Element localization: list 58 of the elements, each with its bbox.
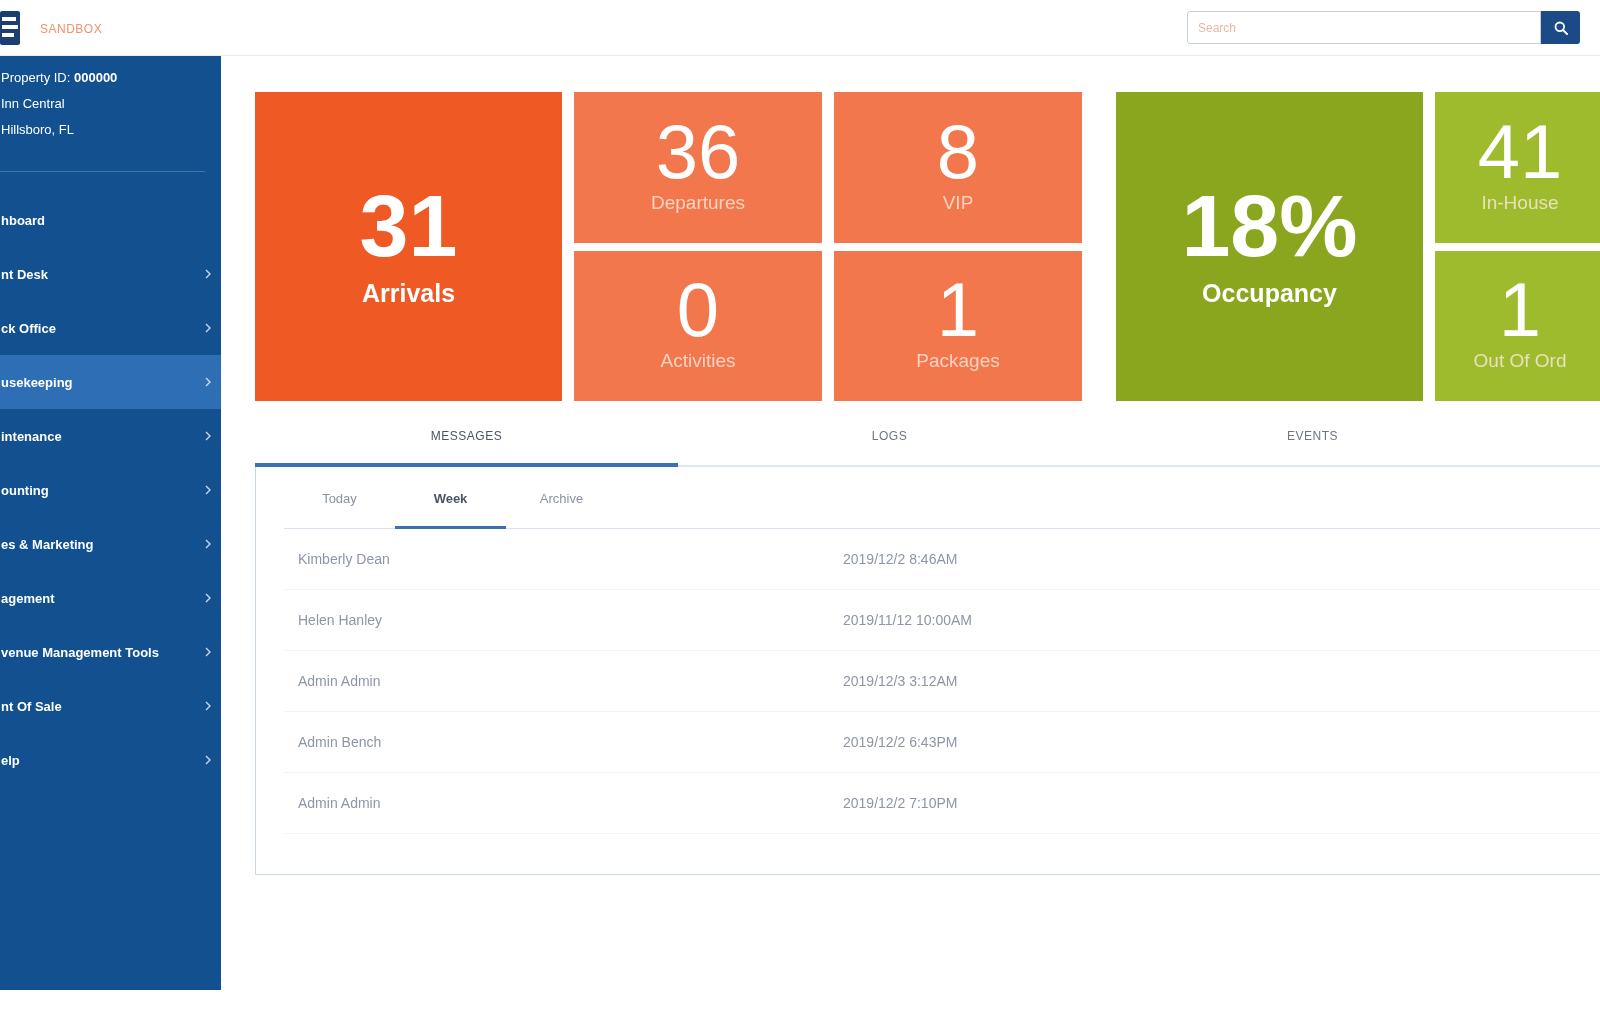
search-field[interactable]: Search bbox=[1187, 11, 1541, 44]
stat-label: In-House bbox=[1481, 191, 1559, 214]
stat-value: 36 bbox=[655, 111, 741, 192]
sidebar-item[interactable]: hboard bbox=[0, 193, 221, 247]
chevron-right-icon bbox=[205, 755, 211, 765]
property-name: Inn Central bbox=[0, 95, 65, 113]
chevron-right-icon bbox=[205, 539, 211, 549]
chevron-right-icon bbox=[205, 485, 211, 495]
sidebar-item[interactable]: ounting bbox=[0, 463, 221, 517]
stat-value: 0 bbox=[676, 270, 720, 350]
time-cell: 2019/12/3 3:12AM bbox=[843, 673, 958, 689]
stat-label: VIP bbox=[942, 191, 974, 214]
time-cell: 2019/11/12 10:00AM bbox=[843, 612, 972, 628]
property-location: Hillsboro, FL bbox=[0, 121, 74, 139]
chevron-right-icon bbox=[205, 269, 211, 279]
name-cell: Admin Admin bbox=[298, 795, 381, 811]
sidebar-item[interactable]: venue Management Tools bbox=[0, 625, 221, 679]
section-tab[interactable]: EVENTS bbox=[1101, 415, 1524, 467]
stat-label: Out Of Ord bbox=[1473, 350, 1567, 372]
filter-tab[interactable]: Week bbox=[395, 467, 506, 529]
name-cell: Helen Hanley bbox=[298, 612, 383, 628]
sidebar-item[interactable]: ck Office bbox=[0, 301, 221, 355]
stat-label: Packages bbox=[916, 350, 1000, 372]
stat-value: 31 bbox=[359, 179, 458, 272]
name-cell: Kimberly Dean bbox=[298, 551, 390, 567]
section-tab[interactable]: MESSAGES bbox=[255, 415, 678, 467]
stat-value: 1 bbox=[936, 270, 980, 350]
sidebar-item[interactable]: intenance bbox=[0, 409, 221, 463]
chevron-right-icon bbox=[205, 431, 211, 441]
chevron-right-icon bbox=[205, 323, 211, 333]
environment-label: SANDBOX bbox=[40, 21, 103, 36]
sidebar-item[interactable]: nt Desk bbox=[0, 247, 221, 301]
sidebar-item[interactable]: agement bbox=[0, 571, 221, 625]
sidebar-item[interactable]: es & Marketing bbox=[0, 517, 221, 571]
stat-value: 41 bbox=[1477, 111, 1563, 192]
property-id: Property ID: 000000 bbox=[0, 69, 118, 87]
search-button[interactable] bbox=[1541, 11, 1580, 44]
sidebar-item[interactable]: elp bbox=[0, 733, 221, 787]
time-cell: 2019/12/2 7:10PM bbox=[843, 795, 958, 811]
stat-value: 8 bbox=[936, 111, 980, 192]
stat-label: Arrivals bbox=[361, 277, 456, 308]
name-cell: Admin Bench bbox=[298, 734, 382, 750]
sidebar-item[interactable]: usekeeping bbox=[0, 355, 221, 409]
section-tab[interactable]: LOGS bbox=[678, 415, 1101, 467]
search-icon bbox=[1553, 20, 1568, 35]
chevron-right-icon bbox=[205, 647, 211, 657]
name-cell: Admin Admin bbox=[298, 673, 381, 689]
chevron-right-icon bbox=[205, 377, 211, 387]
time-cell: 2019/12/2 6:43PM bbox=[843, 734, 958, 750]
sidebar-item[interactable]: nt Of Sale bbox=[0, 679, 221, 733]
stat-value: 1 bbox=[1498, 270, 1542, 350]
chevron-right-icon bbox=[205, 701, 211, 711]
stat-label: Occupancy bbox=[1202, 277, 1337, 308]
stat-label: Activities bbox=[660, 350, 736, 372]
stat-label: Departures bbox=[651, 191, 745, 214]
time-cell: 2019/12/2 8:46AM bbox=[843, 551, 958, 567]
stat-value: 18% bbox=[1181, 179, 1358, 272]
chevron-right-icon bbox=[205, 593, 211, 603]
